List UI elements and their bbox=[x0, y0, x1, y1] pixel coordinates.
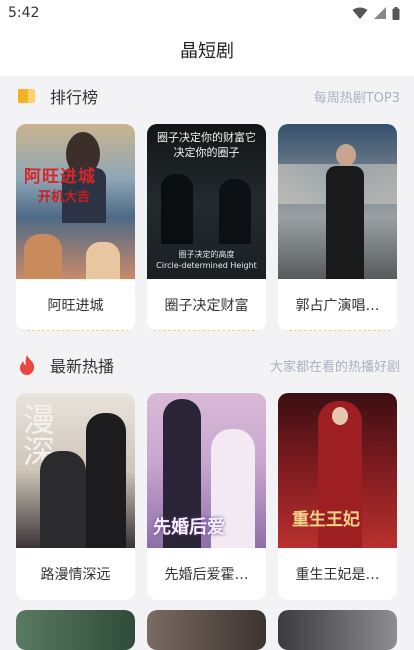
latest-card-label: 路漫情深远 bbox=[40, 567, 111, 583]
latest-card-3[interactable]: 重生王妃 重生王妃是… bbox=[278, 393, 397, 600]
more-card-2[interactable] bbox=[147, 610, 266, 650]
poster-figure bbox=[86, 413, 126, 548]
more-poster-2 bbox=[147, 610, 266, 650]
ranking-card-label: 阿旺进城 bbox=[22, 279, 129, 331]
ranking-poster-3 bbox=[278, 124, 397, 279]
wifi-icon bbox=[352, 7, 368, 19]
latest-card-1[interactable]: 漫深 路漫情深远 bbox=[16, 393, 135, 600]
ranking-card-label: 郭占广演唱… bbox=[284, 279, 391, 331]
poster-caption: Circle-determined Height bbox=[156, 261, 257, 270]
app-header: 晶短剧 bbox=[0, 26, 414, 74]
signal-icon bbox=[374, 7, 386, 19]
poster-title-text: 阿旺进城 bbox=[24, 167, 96, 187]
poster-title-text: 重生王妃 bbox=[292, 510, 360, 530]
ranking-subtitle[interactable]: 每周热剧TOP3 bbox=[314, 87, 400, 106]
latest-card-label: 先婚后爱霍… bbox=[164, 567, 249, 583]
more-poster-3 bbox=[278, 610, 397, 650]
ranking-title: 排行榜 bbox=[50, 88, 99, 107]
poster-caption: 圈子决定的高度 bbox=[178, 250, 235, 259]
status-icons bbox=[352, 6, 400, 20]
poster-figure bbox=[161, 174, 193, 244]
trophy-icon bbox=[18, 89, 35, 103]
ranking-poster-2: 圈子决定你的财富它决定你的圈子 圈子决定的高度 Circle-determine… bbox=[147, 124, 266, 279]
latest-poster-1: 漫深 bbox=[16, 393, 135, 548]
latest-title: 最新热播 bbox=[50, 357, 115, 376]
ranking-card-label: 圈子决定财富 bbox=[153, 279, 260, 331]
latest-poster-2: 先婚后爱 bbox=[147, 393, 266, 548]
ranking-card-2[interactable]: 圈子决定你的财富它决定你的圈子 圈子决定的高度 Circle-determine… bbox=[147, 124, 266, 331]
more-poster-1 bbox=[16, 610, 135, 650]
latest-card-row: 漫深 路漫情深远 先婚后爱 先婚后爱霍… 重生王妃 重生王妃是… bbox=[0, 393, 414, 600]
poster-figure bbox=[86, 242, 120, 279]
battery-icon bbox=[392, 6, 400, 20]
latest-title-group: 最新热播 bbox=[18, 353, 114, 377]
status-bar: 5:42 bbox=[0, 0, 414, 26]
ranking-card-3[interactable]: 郭占广演唱… bbox=[278, 124, 397, 331]
ranking-card-row: 阿旺进城 开机大吉 阿旺进城 圈子决定你的财富它决定你的圈子 圈子决定的高度 C… bbox=[0, 124, 414, 331]
more-card-1[interactable] bbox=[16, 610, 135, 650]
ranking-section-header: 排行榜 每周热剧TOP3 bbox=[0, 76, 414, 116]
ranking-card-1[interactable]: 阿旺进城 开机大吉 阿旺进城 bbox=[16, 124, 135, 331]
latest-subtitle[interactable]: 大家都在看的热播好剧 bbox=[270, 356, 400, 375]
app-title: 晶短剧 bbox=[180, 41, 234, 62]
ranking-poster-1: 阿旺进城 开机大吉 bbox=[16, 124, 135, 279]
latest-card-2[interactable]: 先婚后爱 先婚后爱霍… bbox=[147, 393, 266, 600]
flame-icon bbox=[20, 355, 35, 375]
poster-figure bbox=[336, 144, 356, 166]
status-time: 5:42 bbox=[8, 5, 40, 21]
poster-title-text: 先婚后爱 bbox=[153, 517, 225, 538]
more-card-3[interactable] bbox=[278, 610, 397, 650]
poster-figure bbox=[332, 407, 348, 425]
more-card-row bbox=[0, 610, 414, 650]
ranking-title-group: 排行榜 bbox=[18, 84, 98, 108]
main-content[interactable]: 排行榜 每周热剧TOP3 阿旺进城 开机大吉 阿旺进城 圈子决定你的财富它决定你… bbox=[0, 76, 414, 650]
poster-figure bbox=[326, 166, 364, 279]
latest-poster-3: 重生王妃 bbox=[278, 393, 397, 548]
poster-title-text: 圈子决定你的财富它决定你的圈子 bbox=[157, 131, 256, 159]
poster-figure bbox=[24, 234, 62, 279]
latest-card-label: 重生王妃是… bbox=[295, 567, 380, 583]
poster-figure bbox=[219, 179, 251, 244]
poster-subtitle-text: 开机大吉 bbox=[38, 190, 91, 205]
poster-figure bbox=[40, 451, 86, 548]
latest-section-header: 最新热播 大家都在看的热播好剧 bbox=[0, 345, 414, 385]
